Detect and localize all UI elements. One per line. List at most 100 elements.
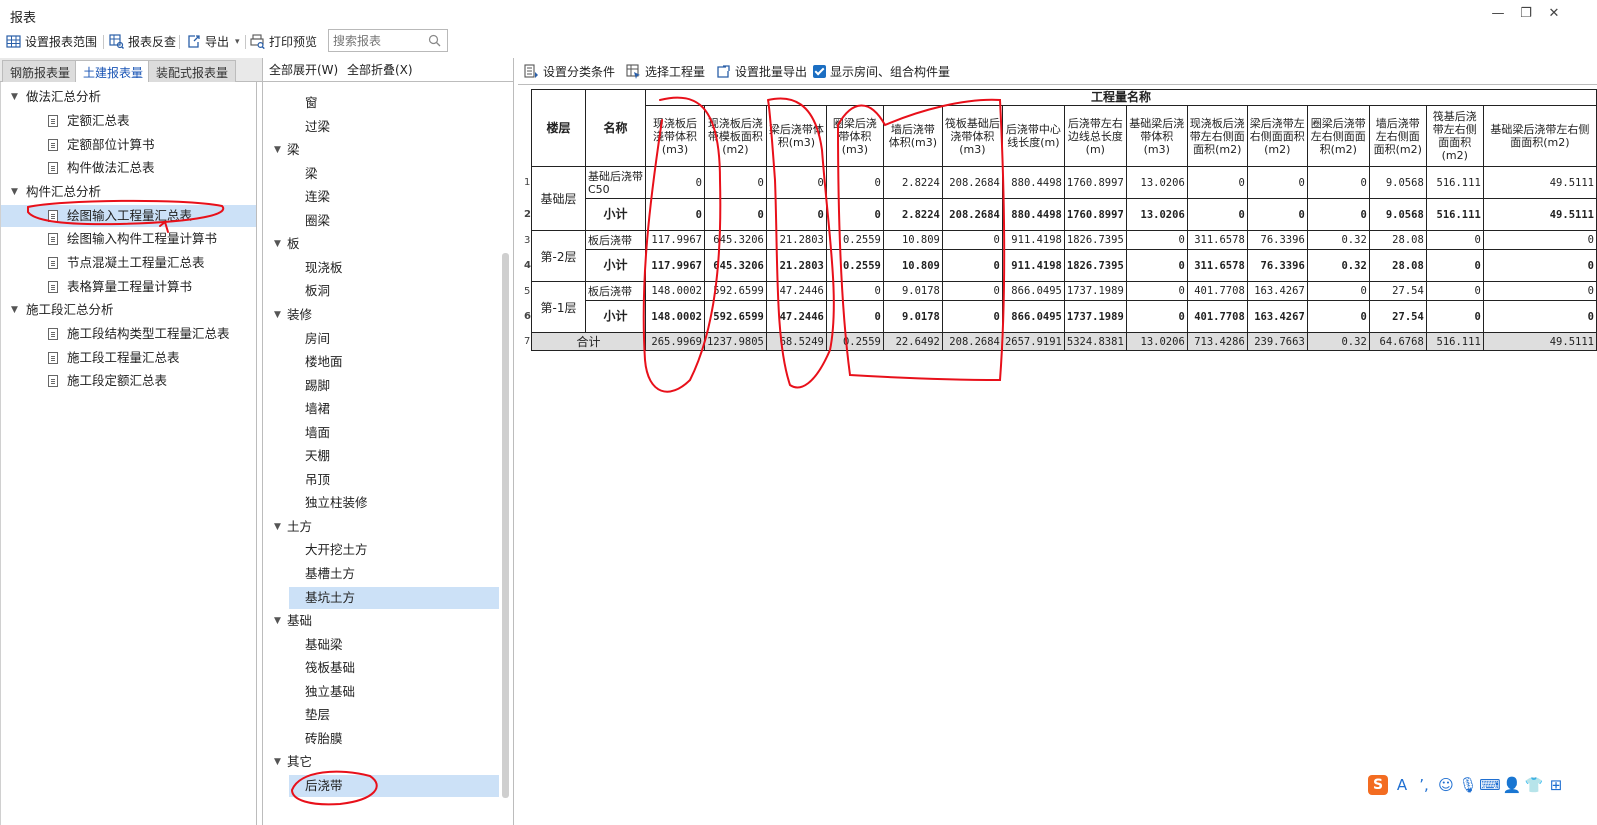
column-header[interactable]: 现浇板后浇带模板面积(m2)	[703, 105, 767, 167]
tree-item[interactable]: 定额部位计算书	[1, 134, 256, 156]
tree-item[interactable]: 施工段工程量汇总表	[1, 347, 256, 369]
component-item[interactable]: 独立柱装修	[289, 492, 499, 514]
tab-rebar-report[interactable]: 钢筋报表量	[2, 60, 79, 82]
column-header[interactable]: 墙后浇带左右侧面面积(m2)	[1368, 105, 1427, 167]
microphone-icon[interactable]: 🎙	[1457, 776, 1479, 794]
punctuation-icon[interactable]: ’,	[1413, 776, 1435, 794]
component-group[interactable]: ▼ 梁	[263, 139, 499, 161]
expand-arrow-icon[interactable]: ▼	[11, 299, 18, 321]
checkbox-checked-icon[interactable]	[813, 65, 826, 78]
component-group[interactable]: ▼ 装修	[263, 304, 499, 326]
chinese-mode-icon[interactable]: A	[1391, 776, 1413, 794]
column-header[interactable]: 圈梁后浇带左右侧面面积(m2)	[1306, 105, 1370, 167]
tab-civil-report[interactable]: 土建报表量	[75, 60, 152, 83]
subtotal-row[interactable]: 2 小计 0 0 0 0 2.8224 208.2684 880.4498 1760.8997 13…	[524, 198, 1597, 231]
export-dropdown-icon[interactable]: ▾	[235, 37, 240, 47]
expand-arrow-icon[interactable]: ▼	[274, 233, 281, 255]
tree-item[interactable]: 定额汇总表	[1, 110, 256, 132]
component-item[interactable]: 基础梁	[289, 634, 499, 656]
export-button[interactable]: 导出 ▾	[186, 32, 240, 51]
column-header[interactable]: 基础梁后浇带左右侧面面积(m2)	[1482, 105, 1597, 167]
expand-arrow-icon[interactable]: ▼	[11, 86, 18, 108]
component-item[interactable]: 基坑土方	[289, 587, 499, 609]
tree-item[interactable]: 绘图输入工程量汇总表	[1, 204, 256, 227]
component-item[interactable]: 大开挖土方	[289, 539, 499, 561]
tree-item[interactable]: 施工段结构类型工程量汇总表	[1, 323, 256, 345]
total-row[interactable]: 7 合计 265.9969 1237.9805 68.5249 0.2559 22.6492…	[524, 332, 1597, 351]
tree-item[interactable]: 绘图输入构件工程量计算书	[1, 228, 256, 250]
component-item[interactable]: 筏板基础	[289, 657, 499, 679]
tree-group[interactable]: ▼ 做法汇总分析	[1, 86, 256, 108]
component-item[interactable]: 天棚	[289, 445, 499, 467]
report-search-box[interactable]	[328, 29, 448, 52]
component-item[interactable]: 墙面	[289, 422, 499, 444]
component-item[interactable]: 楼地面	[289, 351, 499, 373]
search-icon[interactable]	[428, 34, 441, 47]
expand-arrow-icon[interactable]: ▼	[274, 516, 281, 538]
tree-item[interactable]: 构件做法汇总表	[1, 157, 256, 179]
component-group[interactable]: ▼ 板	[263, 233, 499, 255]
menu-grid-icon[interactable]: ⊞	[1545, 776, 1567, 794]
subtotal-row[interactable]: 4 小计 117.9967 645.3206 21.2803 0.2559 10.809 0 9…	[524, 249, 1597, 282]
close-button[interactable]: ✕	[1540, 5, 1568, 23]
expand-arrow-icon[interactable]: ▼	[274, 610, 281, 632]
tree-group[interactable]: ▼ 构件汇总分析	[1, 181, 256, 203]
component-item[interactable]: 踢脚	[289, 375, 499, 397]
minimize-button[interactable]: —	[1484, 5, 1512, 23]
column-header[interactable]: 梁后浇带体积(m3)	[765, 105, 827, 167]
batch-export-button[interactable]: 设置批量导出	[716, 62, 807, 81]
component-item[interactable]: 基槽土方	[289, 563, 499, 585]
expand-arrow-icon[interactable]: ▼	[11, 181, 18, 203]
user-icon[interactable]: 👤	[1501, 776, 1523, 794]
set-range-button[interactable]: 设置报表范围	[6, 32, 97, 51]
keyboard-icon[interactable]: ⌨	[1479, 776, 1501, 794]
component-item[interactable]: 现浇板	[289, 257, 499, 279]
column-header[interactable]: 后浇带左右边线总长度(m)	[1063, 105, 1127, 167]
select-quantity-button[interactable]: 选择工程量	[626, 62, 705, 81]
table-row[interactable]: 1 基础层 基础后浇带C50 0 0 0 0 2.8224 208.2684 880.4498 17…	[524, 166, 1597, 231]
sogou-logo-icon[interactable]: S	[1368, 775, 1388, 795]
column-header[interactable]: 后浇带中心线长度(m)	[1001, 105, 1065, 167]
component-item[interactable]: 墙裙	[289, 398, 499, 420]
skin-icon[interactable]: 👕	[1523, 776, 1545, 794]
column-header[interactable]: 筏基后浇带左右侧面面积(m2)	[1425, 105, 1484, 167]
table-row[interactable]: 5 第-1层 板后浇带 148.0002 592.6599 47.2446 0 9.0178 0…	[524, 281, 1597, 333]
set-category-button[interactable]: 设置分类条件	[524, 62, 615, 81]
component-item[interactable]: 独立基础	[289, 681, 499, 703]
expand-arrow-icon[interactable]: ▼	[274, 751, 281, 773]
table-row[interactable]: 3 第-2层 板后浇带 117.9967 645.3206 21.2803 0.2559 10…	[524, 230, 1597, 282]
tree-item[interactable]: 施工段定额汇总表	[1, 370, 256, 392]
column-header[interactable]: 墙后浇带体积(m3)	[882, 105, 943, 167]
column-header[interactable]: 梁后浇带左右侧面面积(m2)	[1246, 105, 1308, 167]
reverse-check-button[interactable]: 报表反查	[109, 32, 176, 51]
emoji-icon[interactable]: ☺	[1435, 776, 1457, 794]
component-item[interactable]: 后浇带	[289, 775, 499, 797]
expand-all-button[interactable]: 全部展开(W)	[269, 58, 338, 82]
report-search-input[interactable]	[329, 30, 421, 51]
component-item[interactable]: 砖胎膜	[289, 728, 499, 750]
component-group[interactable]: ▼ 其它	[263, 751, 499, 773]
component-item[interactable]: 吊顶	[289, 469, 499, 491]
column-header[interactable]: 现浇板后浇带左右侧面面积(m2)	[1186, 105, 1248, 167]
vertical-scrollbar[interactable]	[502, 253, 509, 798]
column-header[interactable]: 基础梁后浇带体积(m3)	[1125, 105, 1188, 167]
show-rooms-checkbox[interactable]: 显示房间、组合构件量	[813, 62, 950, 81]
tree-group[interactable]: ▼ 施工段汇总分析	[1, 299, 256, 321]
expand-arrow-icon[interactable]: ▼	[274, 139, 281, 161]
expand-arrow-icon[interactable]: ▼	[274, 304, 281, 326]
tree-item[interactable]: 表格算量工程量计算书	[1, 276, 256, 298]
component-item[interactable]: 连梁	[289, 186, 499, 208]
column-header[interactable]: 圈梁后浇带体积(m3)	[825, 105, 884, 167]
component-group[interactable]: ▼ 土方	[263, 516, 499, 538]
component-item[interactable]: 垫层	[289, 704, 499, 726]
component-item[interactable]: 过梁	[289, 116, 499, 138]
tab-prefab-report[interactable]: 装配式报表量	[148, 60, 237, 82]
component-item[interactable]: 房间	[289, 328, 499, 350]
tree-item[interactable]: 节点混凝土工程量汇总表	[1, 252, 256, 274]
subtotal-row[interactable]: 6 小计 148.0002 592.6599 47.2446 0 9.0178 0 866.04…	[524, 300, 1597, 333]
component-item[interactable]: 梁	[289, 163, 499, 185]
column-header[interactable]: 筏板基础后浇带体积(m3)	[941, 105, 1003, 167]
collapse-all-button[interactable]: 全部折叠(X)	[347, 58, 413, 82]
component-item[interactable]: 板洞	[289, 280, 499, 302]
component-item[interactable]: 圈梁	[289, 210, 499, 232]
